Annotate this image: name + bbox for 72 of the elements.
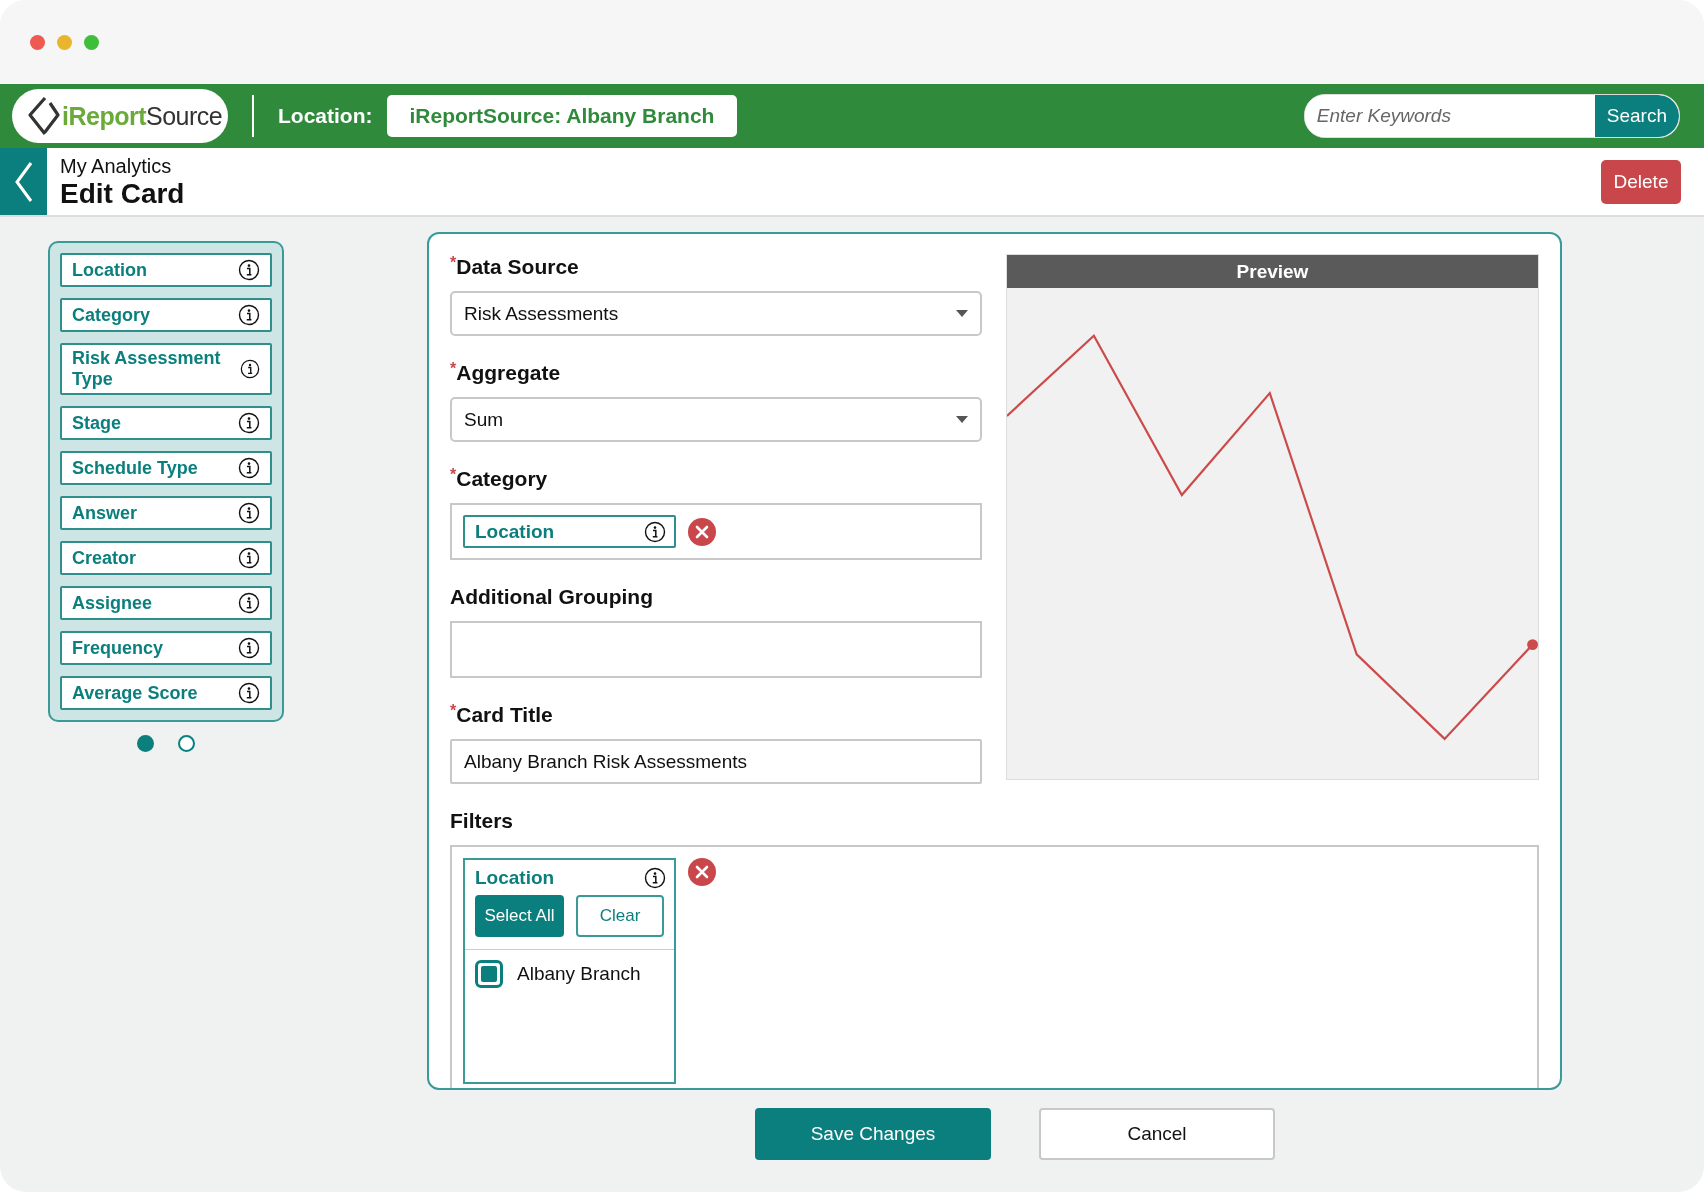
remove-icon[interactable] [688,517,716,546]
back-chevron-icon [12,159,35,204]
field-heading: Additional Grouping [450,584,654,610]
field-item[interactable]: Frequency [60,631,272,665]
preview-title: Preview [1007,255,1538,288]
search-button[interactable]: Search [1594,95,1679,137]
location-label: Location: [278,104,373,128]
location-button[interactable]: iReportSource: Albany Branch [386,95,738,137]
field-item[interactable]: Stage [60,406,272,440]
field-label: Assignee [72,592,153,614]
info-icon[interactable] [238,682,260,704]
page-title: Edit Card [60,177,185,210]
logo-text: iReportSource [62,101,223,131]
info-icon[interactable] [238,412,260,434]
field-heading: *Aggregate [450,360,562,386]
chip-label: Location [475,520,555,543]
cancel-button[interactable]: Cancel [1039,1108,1275,1160]
close-window-icon[interactable] [30,34,45,50]
info-icon[interactable] [238,637,260,659]
text-input-field[interactable]: Albany Branch Risk Assessments [450,739,982,784]
dropdown-field[interactable]: Risk Assessments [450,291,982,336]
save-changes-button[interactable]: Save Changes [755,1108,991,1160]
field-heading: *Data Source [450,254,580,280]
info-icon[interactable] [238,502,260,524]
field-label: Location [72,259,147,281]
remove-icon[interactable] [688,858,716,886]
search-field[interactable]: Enter Keywords Search [1303,94,1680,138]
page-indicator-dot[interactable] [178,735,195,752]
dropdown-caret-icon [956,416,968,423]
field-item[interactable]: Location [60,253,272,287]
field-label: Answer [72,502,138,524]
field-label: Schedule Type [72,457,198,479]
dropdown-caret-icon [956,310,968,317]
breadcrumb-text: My Analytics [60,153,173,178]
info-icon[interactable] [240,358,260,380]
field-item[interactable]: Average Score [60,676,272,710]
drop-zone-field[interactable] [450,621,982,678]
info-icon[interactable] [238,304,260,326]
checkbox[interactable] [475,960,503,988]
info-icon[interactable] [238,259,260,281]
clear-button[interactable]: Clear [576,895,664,937]
logo[interactable]: iReportSource [12,89,228,143]
dropdown-field[interactable]: Sum [450,397,982,442]
field-item[interactable]: Answer [60,496,272,530]
select-all-button[interactable]: Select All [475,895,564,937]
filters-heading: Filters [450,808,515,834]
field-item[interactable]: Assignee [60,586,272,620]
info-icon[interactable] [238,457,260,479]
info-icon[interactable] [644,866,666,889]
field-label: Frequency [72,637,164,659]
field-item[interactable]: Category [60,298,272,332]
field-heading: *Card Title [450,702,554,728]
field-item[interactable]: Creator [60,541,272,575]
field-label: Category [72,304,151,326]
field-label: Average Score [72,682,198,704]
info-icon[interactable] [238,592,260,614]
field-heading: *Category [450,466,549,492]
back-button[interactable] [0,148,47,215]
field-chip[interactable]: Location [463,515,676,548]
info-icon[interactable] [238,547,260,569]
diamond-logo-icon [26,95,60,137]
delete-button[interactable]: Delete [1601,159,1681,204]
drop-zone-field[interactable]: Location [450,503,982,560]
page-indicator-dot[interactable] [137,735,154,752]
field-label: Risk Assessment Type [72,348,222,390]
field-label: Creator [72,547,137,569]
option-label: Albany Branch [517,963,641,985]
filter-title: Location [475,866,555,889]
field-item[interactable]: Risk Assessment Type [60,343,272,395]
info-icon[interactable] [644,520,666,543]
field-label: Stage [72,412,122,434]
field-item[interactable]: Schedule Type [60,451,272,485]
